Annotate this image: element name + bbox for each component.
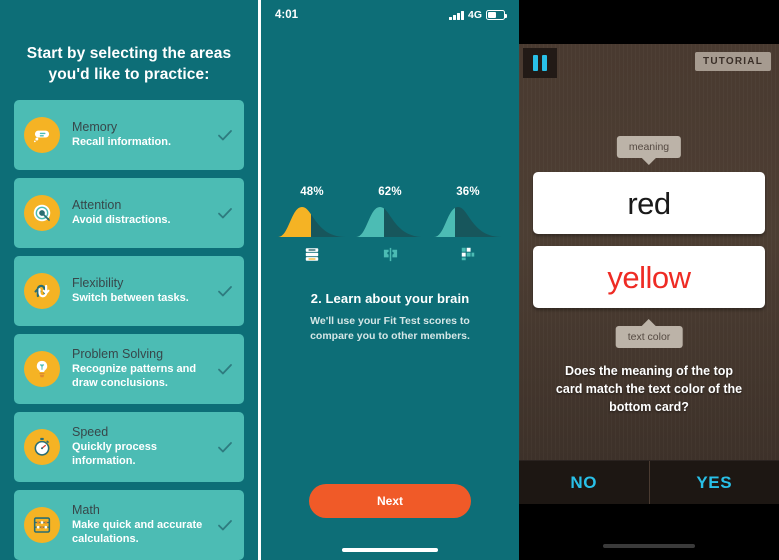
status-bar: 4:01 4G: [261, 0, 519, 30]
answer-no-button[interactable]: NO: [519, 461, 649, 504]
stopwatch-icon: [24, 428, 60, 465]
game-question-line1: Does the meaning of the top: [564, 364, 734, 378]
list-item-text: Math Make quick and accurate calculation…: [72, 503, 210, 547]
list-item-math[interactable]: Math Make quick and accurate calculation…: [14, 489, 244, 560]
thought-bubble-icon: [24, 116, 60, 153]
page-title-line2: you'd like to practice:: [48, 65, 210, 83]
curve-percent-label: 48%: [300, 186, 324, 198]
game-top-bar: [519, 0, 779, 44]
screenshot-triptych: Start by selecting the areas you'd like …: [0, 0, 779, 560]
game-question-line2: card match the text color of the: [555, 382, 743, 397]
curve-percent-label: 62%: [378, 186, 402, 198]
answer-yes-button[interactable]: YES: [650, 461, 779, 504]
cards-stack-icon: [276, 245, 348, 263]
list-item-desc: Avoid distractions.: [72, 214, 171, 227]
word-card-bottom: yellow: [533, 246, 765, 308]
game-bottom-bar: [519, 504, 779, 560]
list-item-title: Attention: [72, 197, 122, 212]
step-subtitle: We'll use your Fit Test scores to compar…: [261, 314, 519, 343]
curve-percent-label: 36%: [456, 186, 480, 198]
list-item-text: Attention Avoid distractions.: [72, 198, 210, 228]
list-item-title: Speed: [72, 424, 109, 439]
list-item-desc: Recall information.: [72, 136, 172, 149]
list-item-title: Problem Solving: [72, 346, 164, 361]
onboarding-content: 48% 62% 36% 2. Learn about your brain We…: [261, 186, 519, 343]
next-button[interactable]: Next: [309, 484, 471, 518]
game-question-line3: bottom card?: [609, 400, 689, 415]
list-item-title: Math: [72, 502, 100, 517]
list-item-speed[interactable]: Speed Quickly process information.: [14, 411, 244, 482]
status-time: 4:01: [275, 9, 299, 21]
battery-icon: [486, 10, 508, 20]
checkmark-icon: [218, 363, 232, 375]
list-item-desc: Quickly process information.: [72, 441, 157, 468]
tutorial-badge: TUTORIAL: [695, 52, 771, 71]
checkmark-icon: [218, 285, 232, 297]
list-item-flexibility[interactable]: Flexibility Switch between tasks.: [14, 255, 244, 326]
area-list: Memory Recall information. Attention Avo…: [0, 86, 258, 560]
checkmark-icon: [218, 207, 232, 219]
list-item-attention[interactable]: Attention Avoid distractions.: [14, 177, 244, 248]
checkmark-icon: [218, 129, 232, 141]
word-card-bottom-text: yellow: [607, 259, 691, 295]
percentile-chart: 48% 62% 36%: [261, 186, 519, 263]
list-item-desc: Make quick and accurate calculations.: [72, 519, 203, 546]
bell-curve-flexibility: [356, 207, 424, 237]
list-item-text: Speed Quickly process information.: [72, 425, 210, 469]
curve-column-problem-solving: 36%: [432, 186, 504, 263]
home-indicator[interactable]: [603, 544, 695, 548]
list-item-desc: Switch between tasks.: [72, 292, 189, 305]
list-item-problem-solving[interactable]: Problem Solving Recognize patterns and d…: [14, 333, 244, 404]
bell-curve-problem-solving: [434, 207, 502, 237]
home-indicator[interactable]: [342, 548, 438, 552]
status-indicators: 4G: [449, 9, 508, 21]
list-item-text: Memory Recall information.: [72, 120, 210, 150]
bell-curve-memory: [278, 207, 346, 237]
list-item-desc: Recognize patterns and draw conclusions.: [72, 363, 197, 390]
page-title: Start by selecting the areas you'd like …: [0, 0, 258, 86]
list-item-text: Problem Solving Recognize patterns and d…: [72, 347, 210, 391]
word-card-top-text: red: [627, 185, 671, 221]
grid-blocks-icon: [432, 245, 504, 263]
page-title-line1: Start by selecting the areas: [26, 45, 232, 62]
lightbulb-icon: [24, 350, 60, 387]
screen-stroop-game: TUTORIAL meaning red yellow text color D…: [519, 0, 779, 560]
step-title: 2. Learn about your brain: [310, 291, 470, 306]
puzzle-icon: [354, 245, 426, 263]
network-label: 4G: [467, 9, 482, 21]
u-turn-arrows-icon: [24, 272, 60, 309]
label-meaning: meaning: [616, 136, 682, 165]
list-item-memory[interactable]: Memory Recall information.: [14, 99, 244, 170]
game-question: Does the meaning of the top card match t…: [533, 362, 765, 416]
curve-column-memory: 48%: [276, 186, 348, 263]
checkmark-icon: [218, 441, 232, 453]
abacus-icon: [24, 506, 60, 543]
list-item-title: Memory: [72, 119, 118, 134]
step-subtitle-line2: compare you to other members.: [310, 329, 470, 342]
signal-bars-icon: [449, 10, 464, 20]
curve-column-flexibility: 62%: [354, 186, 426, 263]
screen-area-selection: Start by selecting the areas you'd like …: [0, 0, 258, 560]
label-text-color: text color: [615, 319, 683, 348]
list-item-title: Flexibility: [72, 275, 124, 290]
step-subtitle-line1: We'll use your Fit Test scores to: [310, 315, 470, 327]
pause-button[interactable]: [523, 48, 557, 78]
screen-onboarding-step2: 4:01 4G 48% 62% 36% 2. Learn about your …: [261, 0, 519, 560]
answer-bar: NO YES: [519, 460, 779, 504]
list-item-text: Flexibility Switch between tasks.: [72, 276, 210, 306]
checkmark-icon: [218, 519, 232, 531]
word-card-top: red: [533, 172, 765, 234]
target-icon: [24, 194, 60, 231]
pause-icon: [533, 55, 547, 71]
